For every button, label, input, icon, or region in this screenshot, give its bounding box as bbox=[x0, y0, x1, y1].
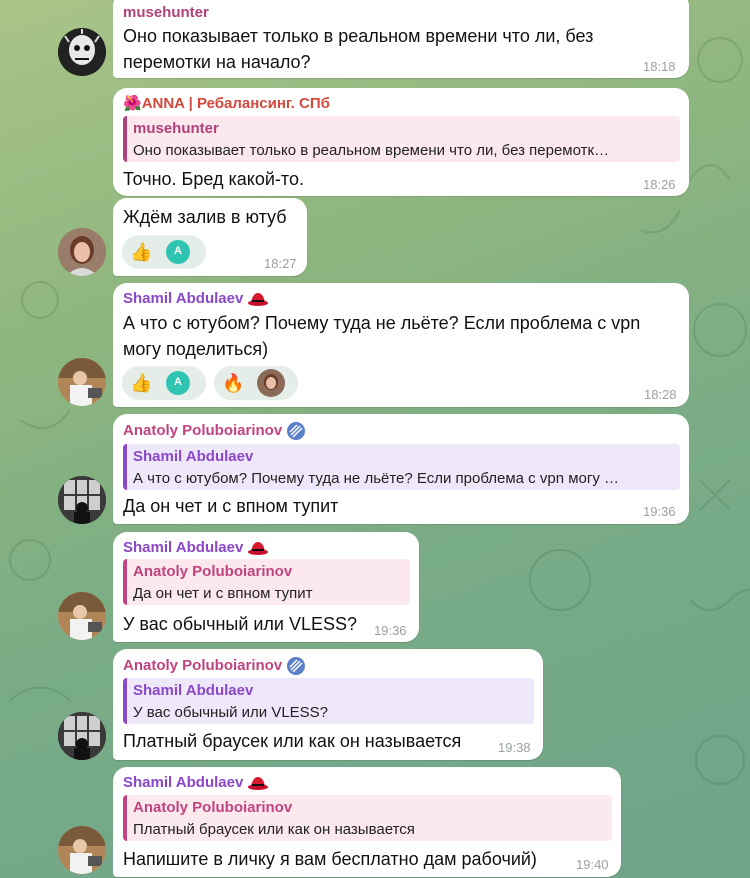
hibiscus-icon: 🌺 bbox=[123, 95, 142, 112]
message-bubble: Shamil Abdulaev Anatoly Poluboiarinov Да… bbox=[113, 532, 419, 642]
quote-bar bbox=[123, 444, 127, 490]
message-author[interactable]: Shamil Abdulaev bbox=[123, 774, 269, 791]
red-hat-icon bbox=[248, 777, 269, 791]
message-bubble: musehunter Оно показывает только в реаль… bbox=[113, 0, 689, 78]
message-time: 18:27 bbox=[264, 256, 297, 271]
message-text: могу поделиться) bbox=[123, 339, 269, 359]
author-name: Shamil Abdulaev bbox=[123, 774, 244, 791]
reaction-user-avatar: A bbox=[166, 240, 190, 264]
quote-author: musehunter bbox=[133, 120, 219, 137]
message-author[interactable]: 🌺ANNA | Ребалансинг. СПб bbox=[123, 94, 330, 112]
reaction-thumbs-up[interactable]: 👍 A bbox=[122, 366, 206, 400]
reaction-user-initial: A bbox=[174, 376, 182, 388]
fire-icon: 🔥 bbox=[222, 373, 245, 393]
avatar-anna[interactable] bbox=[58, 228, 106, 276]
quote-author: Anatoly Poluboiarinov bbox=[133, 563, 293, 580]
avatar-anatoly[interactable] bbox=[58, 476, 106, 524]
quote-bar bbox=[123, 559, 127, 605]
message-bubble: 🌺ANNA | Ребалансинг. СПб musehunter Оно … bbox=[113, 88, 689, 196]
quote-bar bbox=[123, 795, 127, 841]
author-name: Anatoly Poluboiarinov bbox=[123, 656, 283, 674]
quote-text: У вас обычный или VLESS? bbox=[133, 704, 329, 721]
avatar-shamil[interactable] bbox=[58, 358, 106, 406]
avatar-musehunter[interactable] bbox=[58, 28, 106, 76]
quote-text: Да он чет и с впном тупит bbox=[133, 585, 313, 602]
message-time: 19:40 bbox=[576, 857, 609, 872]
message-text: Платный браусек или как он называется bbox=[123, 731, 462, 751]
quote-author: Shamil Abdulaev bbox=[133, 448, 254, 465]
reaction-user-initial: A bbox=[174, 245, 182, 257]
message-bubble: Shamil Abdulaev Anatoly Poluboiarinov Пл… bbox=[113, 767, 621, 877]
reply-quote[interactable]: Anatoly Poluboiarinov Платный браусек ил… bbox=[123, 795, 612, 841]
message-text: Ждём залив в ютуб bbox=[123, 207, 287, 227]
message-text: перемотки на начало? bbox=[123, 52, 311, 72]
quote-author: Shamil Abdulaev bbox=[133, 682, 254, 699]
message-text: У вас обычный или VLESS? bbox=[123, 614, 358, 634]
message-time: 18:18 bbox=[643, 59, 676, 74]
message-text: Точно. Бред какой-то. bbox=[123, 169, 304, 189]
message-bubble: Anatoly Poluboiarinov Shamil Abdulaev А … bbox=[113, 414, 689, 524]
message-text: А что с ютубом? Почему туда не льёте? Ес… bbox=[123, 313, 641, 333]
message-bubble: Anatoly Poluboiarinov Shamil Abdulaev У … bbox=[113, 649, 543, 760]
reply-quote[interactable]: musehunter Оно показывает только в реаль… bbox=[123, 116, 680, 162]
message-time: 19:36 bbox=[374, 623, 407, 638]
reaction-user-avatar: A bbox=[166, 371, 190, 395]
quote-bar bbox=[123, 678, 127, 724]
author-name: Shamil Abdulaev bbox=[123, 539, 244, 556]
message-time: 18:26 bbox=[643, 177, 676, 192]
message-bubble: Shamil Abdulaev А что с ютубом? Почему т… bbox=[113, 283, 689, 407]
message-author[interactable]: Anatoly Poluboiarinov bbox=[123, 656, 306, 676]
message-time: 18:28 bbox=[644, 387, 677, 402]
message-author[interactable]: musehunter bbox=[123, 4, 209, 21]
message-text: Напишите в личку я вам бесплатно дам раб… bbox=[123, 849, 537, 869]
avatar-shamil[interactable] bbox=[58, 592, 106, 640]
message-bubble: Ждём залив в ютуб 👍 A 18:27 bbox=[113, 198, 307, 276]
message-author[interactable]: Shamil Abdulaev bbox=[123, 539, 269, 556]
reaction-user-avatar bbox=[257, 369, 285, 397]
reply-quote[interactable]: Anatoly Poluboiarinov Да он чет и с впно… bbox=[123, 559, 410, 605]
author-name: Anatoly Poluboiarinov bbox=[123, 421, 283, 439]
striped-badge-icon bbox=[287, 657, 306, 675]
message-text: Оно показывает только в реальном времени… bbox=[123, 26, 594, 46]
reaction-thumbs-up[interactable]: 👍 A bbox=[122, 235, 206, 269]
avatar-shamil[interactable] bbox=[58, 826, 106, 874]
author-name: Shamil Abdulaev bbox=[123, 290, 244, 307]
quote-author: Anatoly Poluboiarinov bbox=[133, 799, 293, 816]
striped-badge-icon bbox=[287, 422, 306, 440]
thumbs-up-icon: 👍 bbox=[130, 373, 153, 393]
message-text: Да он чет и с впном тупит bbox=[123, 496, 339, 516]
red-hat-icon bbox=[248, 293, 269, 307]
quote-text: Платный браусек или как он называется bbox=[133, 821, 415, 838]
quote-text: А что с ютубом? Почему туда не льёте? Ес… bbox=[133, 470, 619, 487]
quote-text: Оно показывает только в реальном времени… bbox=[133, 142, 610, 159]
thumbs-up-icon: 👍 bbox=[130, 242, 153, 262]
reply-quote[interactable]: Shamil Abdulaev А что с ютубом? Почему т… bbox=[123, 444, 680, 490]
message-time: 19:36 bbox=[643, 504, 676, 519]
quote-bar bbox=[123, 116, 127, 162]
message-author[interactable]: Shamil Abdulaev bbox=[123, 290, 269, 307]
author-name: ANNA | Ребалансинг. СПб bbox=[141, 95, 330, 112]
message-time: 19:38 bbox=[498, 740, 531, 755]
avatar-anatoly[interactable] bbox=[58, 712, 106, 760]
reply-quote[interactable]: Shamil Abdulaev У вас обычный или VLESS? bbox=[123, 678, 534, 724]
message-author[interactable]: Anatoly Poluboiarinov bbox=[123, 421, 306, 441]
red-hat-icon bbox=[248, 542, 269, 556]
reaction-fire[interactable]: 🔥 bbox=[214, 366, 298, 400]
